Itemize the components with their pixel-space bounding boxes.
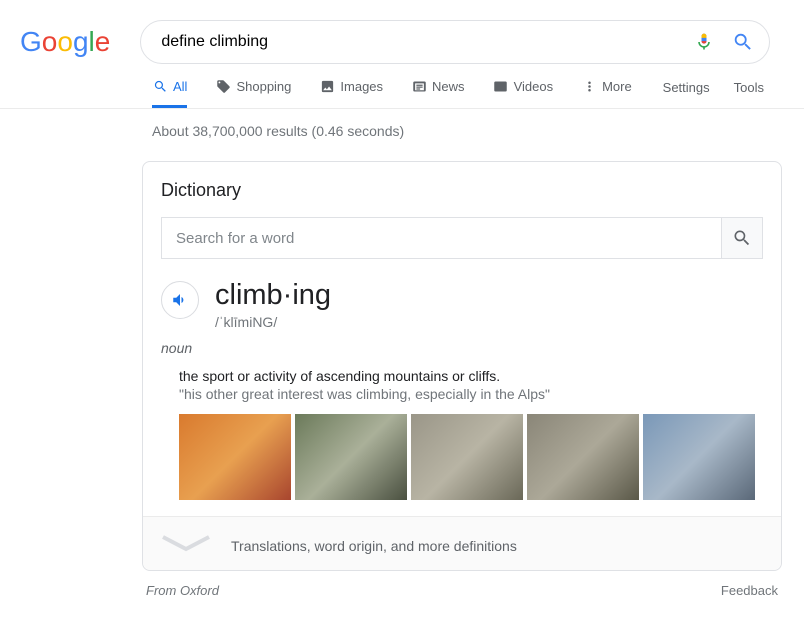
more-icon [581,78,597,94]
tools-link[interactable]: Tools [734,80,764,95]
definition: the sport or activity of ascending mount… [179,368,763,384]
dictionary-search-input[interactable] [161,217,721,259]
search-input[interactable] [156,33,694,51]
tab-label: More [602,79,632,94]
search-icon[interactable] [732,31,754,53]
news-icon [411,78,427,94]
chevron-down-icon [161,535,211,556]
image-icon [319,78,335,94]
tab-videos[interactable]: Videos [493,78,554,108]
search-icon [732,228,752,248]
expand-more[interactable]: Translations, word origin, and more defi… [143,516,781,570]
source-link[interactable]: From Oxford [146,583,219,598]
dictionary-title: Dictionary [143,180,781,217]
tab-label: News [432,79,465,94]
video-icon [493,78,509,94]
thumbnail[interactable] [411,414,523,500]
thumbnail[interactable] [643,414,755,500]
tag-icon [215,78,231,94]
dictionary-card: Dictionary climb·ing /ˈklīmiNG/ noun the… [142,161,782,571]
tab-news[interactable]: News [411,78,465,108]
dictionary-search-button[interactable] [721,217,763,259]
tab-label: Shopping [236,79,291,94]
feedback-link[interactable]: Feedback [721,583,778,598]
headword: climb·ing [215,279,331,312]
tab-shopping[interactable]: Shopping [215,78,291,108]
mic-icon[interactable] [694,32,714,52]
google-logo[interactable]: Google [20,26,110,58]
search-icon [152,78,168,94]
example-sentence: "his other great interest was climbing, … [179,386,763,402]
result-stats: About 38,700,000 results (0.46 seconds) [0,109,804,139]
speaker-icon [171,291,189,309]
pronunciation: /ˈklīmiNG/ [215,314,331,330]
expand-label: Translations, word origin, and more defi… [231,538,517,554]
pronounce-button[interactable] [161,281,199,319]
settings-link[interactable]: Settings [663,80,710,95]
tab-images[interactable]: Images [319,78,383,108]
thumbnail[interactable] [295,414,407,500]
search-bar [140,20,770,64]
thumbnail[interactable] [179,414,291,500]
tab-label: Images [340,79,383,94]
tab-label: Videos [514,79,554,94]
part-of-speech: noun [143,330,781,368]
thumbnail[interactable] [527,414,639,500]
tab-all[interactable]: All [152,78,187,108]
image-thumbnails [143,402,763,500]
tab-more[interactable]: More [581,78,632,108]
tab-label: All [173,79,187,94]
